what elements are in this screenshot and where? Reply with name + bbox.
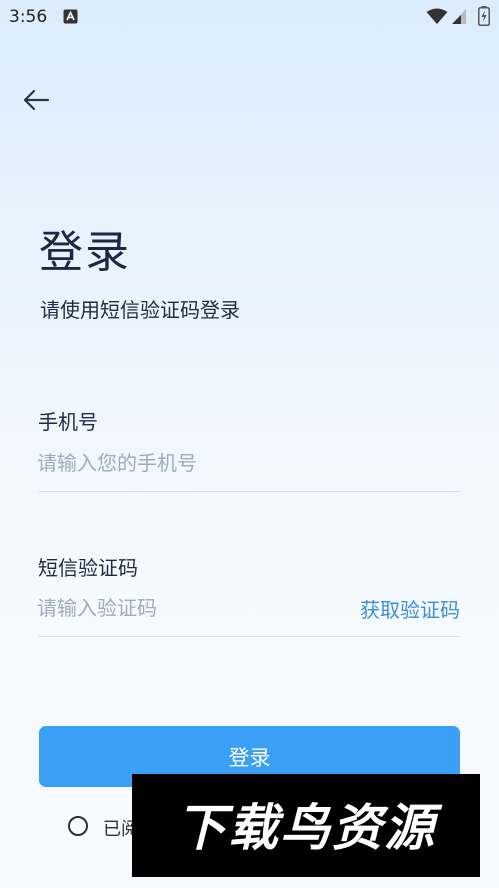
wifi-icon xyxy=(426,8,448,24)
status-time: 3:56 xyxy=(9,7,48,27)
signal-icon xyxy=(452,9,466,24)
phone-label: 手机号 xyxy=(38,410,98,434)
watermark-logo-text: 下载鸟资源 xyxy=(176,799,443,857)
a-icon xyxy=(63,9,78,24)
arrow-left-icon[interactable] xyxy=(19,86,53,114)
svg-text:下载鸟资源: 下载鸟资源 xyxy=(176,799,443,857)
page-title: 登录 xyxy=(39,227,131,278)
page-subtitle: 请使用短信验证码登录 xyxy=(40,298,240,322)
agreement-radio[interactable] xyxy=(68,816,88,836)
phone-divider xyxy=(38,491,460,492)
watermark-logo: 下载鸟资源 xyxy=(132,774,480,877)
phone-input[interactable] xyxy=(37,445,460,481)
get-code-button[interactable]: 获取验证码 xyxy=(360,594,460,623)
code-divider xyxy=(38,636,460,637)
code-label: 短信验证码 xyxy=(38,556,138,580)
code-input[interactable] xyxy=(37,590,337,626)
battery-icon xyxy=(478,6,490,26)
status-bar: 3:56 xyxy=(0,0,499,34)
